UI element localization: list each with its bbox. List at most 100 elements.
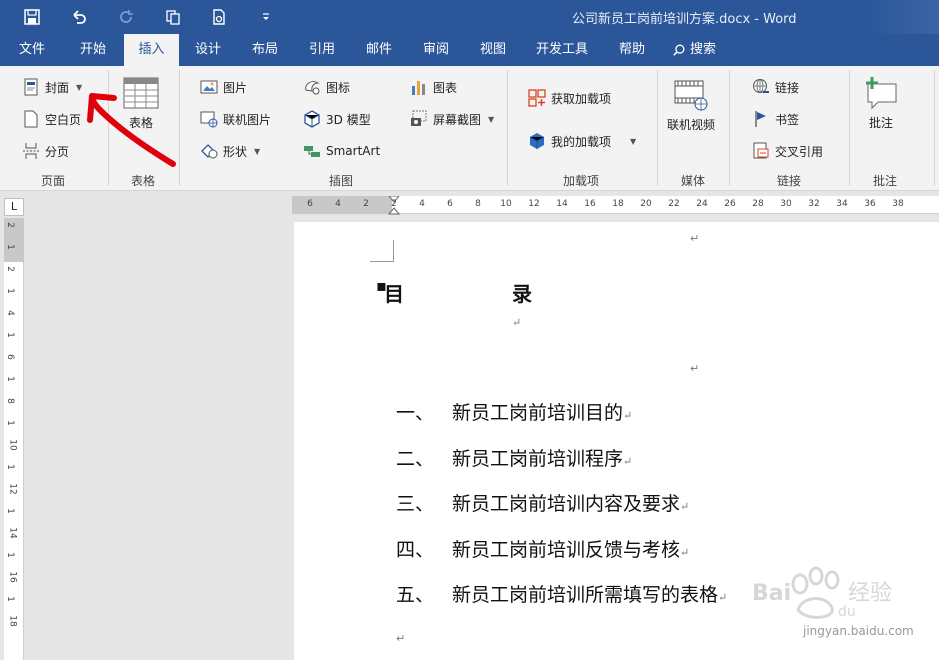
group-links-label: 链接: [776, 174, 801, 188]
ruler-tick-label: 6: [447, 199, 453, 209]
paragraph-mark: ↵: [396, 632, 406, 645]
tab-help[interactable]: 帮助: [608, 34, 656, 66]
toc-item[interactable]: 二、 新员工岗前培训程序↵: [396, 444, 632, 471]
group-separator: [934, 70, 935, 186]
toc-heading-right-text: 录: [512, 282, 532, 306]
toc-item[interactable]: 四、 新员工岗前培训反馈与考核↵: [396, 535, 689, 562]
svg-text:Bai: Bai: [752, 581, 791, 606]
redo-icon[interactable]: [113, 5, 139, 29]
toc-item-number: 四、: [396, 539, 435, 561]
undo-icon[interactable]: [66, 5, 92, 29]
cross-reference-icon: [752, 142, 770, 160]
icons-button[interactable]: 图标: [303, 76, 350, 98]
ruler-tick-label: 38: [892, 199, 904, 209]
globe-link-icon: [752, 78, 770, 96]
bookmark-label: 书签: [775, 112, 800, 127]
toc-item-text: 新员工岗前培训内容及要求: [452, 493, 681, 515]
tab-search-label: 搜索: [690, 42, 717, 57]
cover-page-button[interactable]: 封面 ▼: [22, 76, 82, 98]
title-bar-decoration: [869, 0, 939, 34]
bookmark-button[interactable]: 书签: [752, 108, 799, 130]
touch-mode-icon[interactable]: [160, 5, 186, 29]
tab-file[interactable]: 文件: [8, 34, 56, 66]
chart-button[interactable]: 图表: [410, 76, 457, 98]
screenshot-button[interactable]: 屏幕截图 ▼: [410, 108, 494, 130]
link-button[interactable]: 链接: [752, 76, 799, 98]
watermark-url: jingyan.baidu.com: [803, 624, 914, 638]
crop-mark: [370, 240, 394, 262]
paragraph-mark: ↵: [690, 232, 700, 245]
ruler-tick-label: 1: [4, 288, 15, 294]
ruler-tick-label: 24: [696, 199, 708, 209]
tab-developer[interactable]: 开发工具: [530, 34, 594, 66]
toc-item-text: 新员工岗前培训反馈与考核: [452, 539, 681, 561]
tab-references[interactable]: 引用: [298, 34, 346, 66]
ribbon-tabs: 文件 开始 插入 设计 布局 引用 邮件 审阅 视图 开发工具 帮助 搜索: [0, 34, 939, 66]
comment-button[interactable]: 批注: [862, 76, 900, 131]
ruler-tick-label: 1: [4, 552, 15, 558]
ruler-tick-label: 18: [7, 615, 18, 627]
get-addins-label: 获取加载项: [551, 91, 612, 106]
group-illustrations-label: 插图: [328, 174, 353, 188]
ruler-tick-label: 20: [640, 199, 652, 209]
group-media-label: 媒体: [680, 174, 705, 188]
online-video-label: 联机视频: [667, 118, 716, 132]
toc-item[interactable]: 一、 新员工岗前培训目的↵: [396, 398, 632, 425]
chart-icon: [410, 78, 428, 96]
tab-mailings[interactable]: 邮件: [355, 34, 403, 66]
tab-layout[interactable]: 布局: [241, 34, 289, 66]
3d-model-button[interactable]: 3D 模型: [303, 108, 371, 130]
page-break-button[interactable]: 分页: [22, 140, 69, 162]
online-video-button[interactable]: 联机视频: [667, 78, 715, 133]
ruler-tick-label: 6: [307, 199, 313, 209]
blank-page-button[interactable]: 空白页: [22, 108, 81, 130]
page-break-label: 分页: [45, 144, 70, 159]
toc-item-text: 新员工岗前培训程序: [452, 448, 624, 470]
toc-item[interactable]: 三、 新员工岗前培训内容及要求↵: [396, 489, 689, 516]
toc-item[interactable]: 五、 新员工岗前培训所需填写的表格↵: [396, 580, 727, 607]
bookmark-icon: [752, 110, 770, 128]
ruler-tick-label: 2: [363, 199, 369, 209]
picture-label: 图片: [223, 80, 248, 95]
my-addins-label: 我的加载项: [551, 134, 612, 149]
smartart-button[interactable]: SmartArt: [303, 140, 380, 162]
tab-stop-selector[interactable]: L: [4, 198, 24, 216]
horizontal-ruler[interactable]: 6 4 2 2 4 6 8 10 12 14 16 18 20 22 24 26 28 30 32 34 36 38: [292, 196, 939, 215]
tab-design[interactable]: 设计: [184, 34, 232, 66]
ruler-tick-label: 32: [808, 199, 820, 209]
group-pages-label: 页面: [40, 174, 65, 188]
print-preview-icon[interactable]: [206, 5, 232, 29]
picture-button[interactable]: 图片: [200, 76, 247, 98]
ruler-tick-label: 14: [7, 527, 18, 539]
shapes-button[interactable]: 形状 ▼: [200, 140, 260, 162]
paragraph-mark: ↵: [680, 546, 690, 559]
tab-search[interactable]: 搜索: [672, 34, 732, 66]
ruler-tick-label: 1: [4, 376, 15, 382]
tab-home[interactable]: 开始: [68, 34, 118, 66]
shapes-icon: [200, 142, 218, 160]
blank-page-label: 空白页: [45, 112, 82, 127]
screenshot-label: 屏幕截图: [433, 112, 482, 127]
tab-insert[interactable]: 插入: [124, 34, 179, 66]
vertical-ruler[interactable]: 2 1 2 1 4 1 6 1 8 1 10 1 12 1 14 1 16 1 18: [4, 218, 24, 660]
online-picture-label: 联机图片: [223, 112, 272, 127]
tab-view[interactable]: 视图: [469, 34, 517, 66]
get-addins-button[interactable]: 获取加载项: [528, 87, 611, 109]
chevron-down-icon: ▼: [630, 136, 637, 146]
table-button[interactable]: 表格: [122, 76, 160, 131]
paragraph-mark: ↵: [690, 362, 700, 375]
ribbon-insert: 封面 ▼ 空白页 分页 页面 表格 表格 图片 联机图片 形状 ▼ 图标 3D 模型…: [0, 66, 939, 191]
ruler-tick-label: 1: [4, 332, 15, 338]
online-picture-button[interactable]: 联机图片: [200, 108, 271, 130]
ruler-tick-label: 22: [668, 199, 680, 209]
my-addins-button[interactable]: 我的加载项 ▼: [528, 130, 636, 152]
comment-label: 批注: [868, 116, 893, 130]
save-icon[interactable]: [19, 5, 45, 29]
customize-qat-icon[interactable]: [253, 5, 279, 29]
smartart-icon: [303, 142, 321, 160]
my-addins-icon: [528, 132, 546, 150]
group-separator: [849, 70, 850, 186]
cross-reference-button[interactable]: 交叉引用: [752, 140, 823, 162]
picture-icon: [200, 78, 218, 96]
tab-review[interactable]: 审阅: [412, 34, 460, 66]
